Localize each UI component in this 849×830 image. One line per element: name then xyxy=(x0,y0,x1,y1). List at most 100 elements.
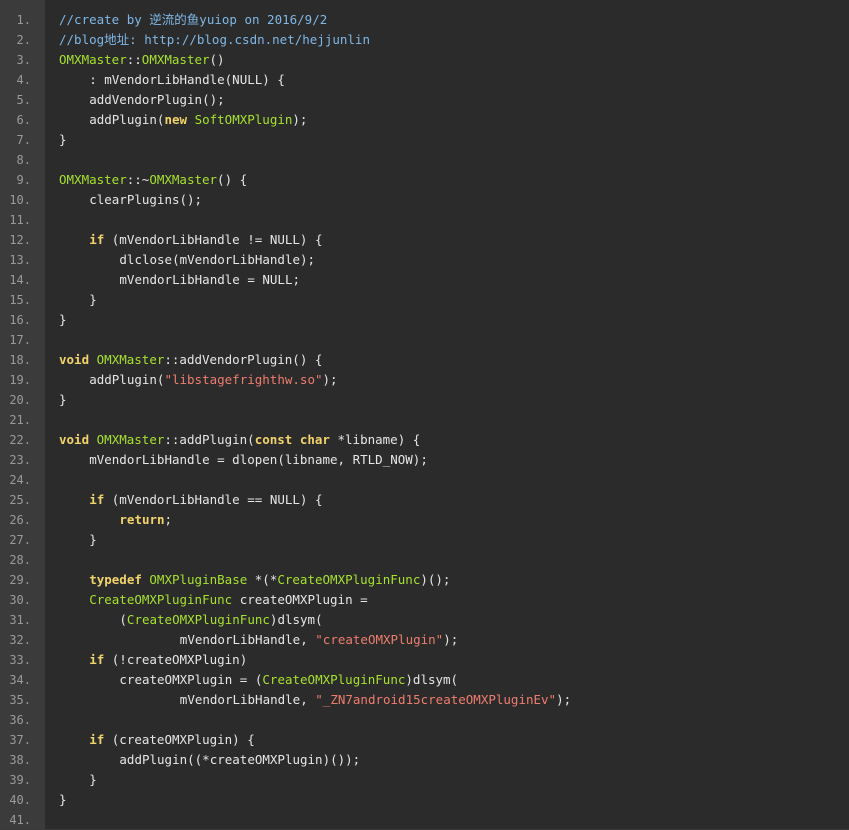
code-text: addPlugin((*createOMXPlugin)()); xyxy=(119,750,360,770)
code-token: ); xyxy=(322,372,338,387)
code-line: 32. mVendorLibHandle, "createOMXPlugin"); xyxy=(0,630,849,650)
code-text: } xyxy=(59,310,67,330)
code-token: new xyxy=(164,112,188,127)
line-number: 30. xyxy=(9,593,31,607)
code-line: 21. xyxy=(0,410,849,430)
code-line: 34. createOMXPlugin = (CreateOMXPluginFun… xyxy=(0,670,849,690)
code-text: if (!createOMXPlugin) xyxy=(89,650,247,670)
code-token: CreateOMXPluginFunc xyxy=(277,572,421,587)
line-number: 38. xyxy=(9,753,31,767)
code-line: 1. //create by 逆流的鱼yuiop on 2016/9/2 xyxy=(0,10,849,30)
code-token: ( xyxy=(119,612,127,627)
code-token: () xyxy=(209,52,225,67)
code-line: 13. dlclose(mVendorLibHandle); xyxy=(0,250,849,270)
code-line: 9. OMXMaster::~OMXMaster() { xyxy=(0,170,849,190)
code-text: if (createOMXPlugin) { xyxy=(89,730,255,750)
code-text: : mVendorLibHandle(NULL) { xyxy=(89,70,285,90)
code-line: 4. : mVendorLibHandle(NULL) { xyxy=(0,70,849,90)
code-token: OMXMaster xyxy=(149,172,218,187)
line-number: 31. xyxy=(9,613,31,627)
code-token: } xyxy=(89,292,97,307)
line-number: 15. xyxy=(9,293,31,307)
code-text: } xyxy=(89,770,97,790)
code-lines: 1. //create by 逆流的鱼yuiop on 2016/9/2 2. //b… xyxy=(0,10,849,830)
code-token: if xyxy=(89,652,105,667)
code-token: ; xyxy=(164,512,173,527)
line-number: 6. xyxy=(16,113,31,127)
code-token: OMXMaster xyxy=(141,52,210,67)
code-line: 19. addPlugin("libstagefrighthw.so"); xyxy=(0,370,849,390)
code-line: 29. typedef OMXPluginBase *(*CreateOMXPlu… xyxy=(0,570,849,590)
code-token: "createOMXPlugin" xyxy=(315,632,444,647)
code-token: "_ZN7android15createOMXPluginEv" xyxy=(315,692,557,707)
line-number: 34. xyxy=(9,673,31,687)
line-number: 22. xyxy=(9,433,31,447)
code-token: :: xyxy=(126,52,142,67)
code-token: mVendorLibHandle = NULL; xyxy=(119,272,301,287)
code-line: 17. xyxy=(0,330,849,350)
code-line: 7.} xyxy=(0,130,849,150)
code-token: } xyxy=(89,532,97,547)
code-token: mVendorLibHandle, xyxy=(179,692,316,707)
line-number: 26. xyxy=(9,513,31,527)
code-token: (!createOMXPlugin) xyxy=(104,652,248,667)
code-line: 39.} xyxy=(0,770,849,790)
line-number: 36. xyxy=(9,713,31,727)
code-line: 10. clearPlugins(); xyxy=(0,190,849,210)
code-token: OMXMaster xyxy=(96,352,165,367)
code-text: return; xyxy=(119,510,172,530)
code-text: mVendorLibHandle = NULL; xyxy=(119,270,300,290)
line-number: 33. xyxy=(9,653,31,667)
code-text: addPlugin(new SoftOMXPlugin); xyxy=(89,110,307,130)
code-token: typedef xyxy=(89,572,142,587)
code-text: createOMXPlugin = (CreateOMXPluginFunc)d… xyxy=(119,670,458,690)
line-number: 11. xyxy=(9,213,31,227)
line-number: 28. xyxy=(9,553,31,567)
code-line: 33. if (!createOMXPlugin) xyxy=(0,650,849,670)
code-token: addPlugin((*createOMXPlugin)()); xyxy=(119,752,361,767)
line-number: 8. xyxy=(16,153,31,167)
code-token: *(* xyxy=(247,572,278,587)
line-number: 24. xyxy=(9,473,31,487)
code-token: SoftOMXPlugin xyxy=(194,112,293,127)
code-token: CreateOMXPluginFunc xyxy=(262,672,406,687)
line-number: 27. xyxy=(9,533,31,547)
code-line: 40.} xyxy=(0,790,849,810)
code-text: mVendorLibHandle, "createOMXPlugin"); xyxy=(180,630,458,650)
code-line: 18. void OMXMaster::addVendorPlugin() { xyxy=(0,350,849,370)
code-line: 41. xyxy=(0,810,849,830)
line-number: 3. xyxy=(16,53,31,67)
code-token: )dlsym( xyxy=(269,612,323,627)
line-number: 35. xyxy=(9,693,31,707)
code-token: addPlugin( xyxy=(89,372,165,387)
code-token: "libstagefrighthw.so" xyxy=(164,372,323,387)
code-text: } xyxy=(59,390,67,410)
code-line: 30. CreateOMXPluginFunc createOMXPlugin = xyxy=(0,590,849,610)
line-number: 29. xyxy=(9,573,31,587)
code-token: ::~ xyxy=(126,172,150,187)
code-text: //create by 逆流的鱼yuiop on 2016/9/2 xyxy=(59,10,327,30)
code-line: 11. xyxy=(0,210,849,230)
code-text: (CreateOMXPluginFunc)dlsym( xyxy=(119,610,322,630)
code-text: } xyxy=(59,790,67,810)
code-token: : mVendorLibHandle(NULL) { xyxy=(89,72,285,87)
code-text: typedef OMXPluginBase *(*CreateOMXPlugin… xyxy=(89,570,450,590)
code-block: 1. //create by 逆流的鱼yuiop on 2016/9/2 2. //b… xyxy=(0,0,849,829)
line-number: 2. xyxy=(16,33,31,47)
code-token: createOMXPlugin = ( xyxy=(119,672,263,687)
code-token: clearPlugins(); xyxy=(89,192,203,207)
line-number: 16. xyxy=(9,313,31,327)
code-text: OMXMaster::OMXMaster() xyxy=(59,50,225,70)
code-token: (createOMXPlugin) { xyxy=(104,732,255,747)
line-number: 4. xyxy=(16,73,31,87)
line-number: 1. xyxy=(16,13,31,27)
code-line: 16.} xyxy=(0,310,849,330)
code-token: CreateOMXPluginFunc xyxy=(126,612,270,627)
code-text: if (mVendorLibHandle == NULL) { xyxy=(89,490,322,510)
code-text: } xyxy=(59,130,67,150)
code-token: OMXPluginBase xyxy=(149,572,248,587)
code-text: dlclose(mVendorLibHandle); xyxy=(119,250,315,270)
line-number: 14. xyxy=(9,273,31,287)
